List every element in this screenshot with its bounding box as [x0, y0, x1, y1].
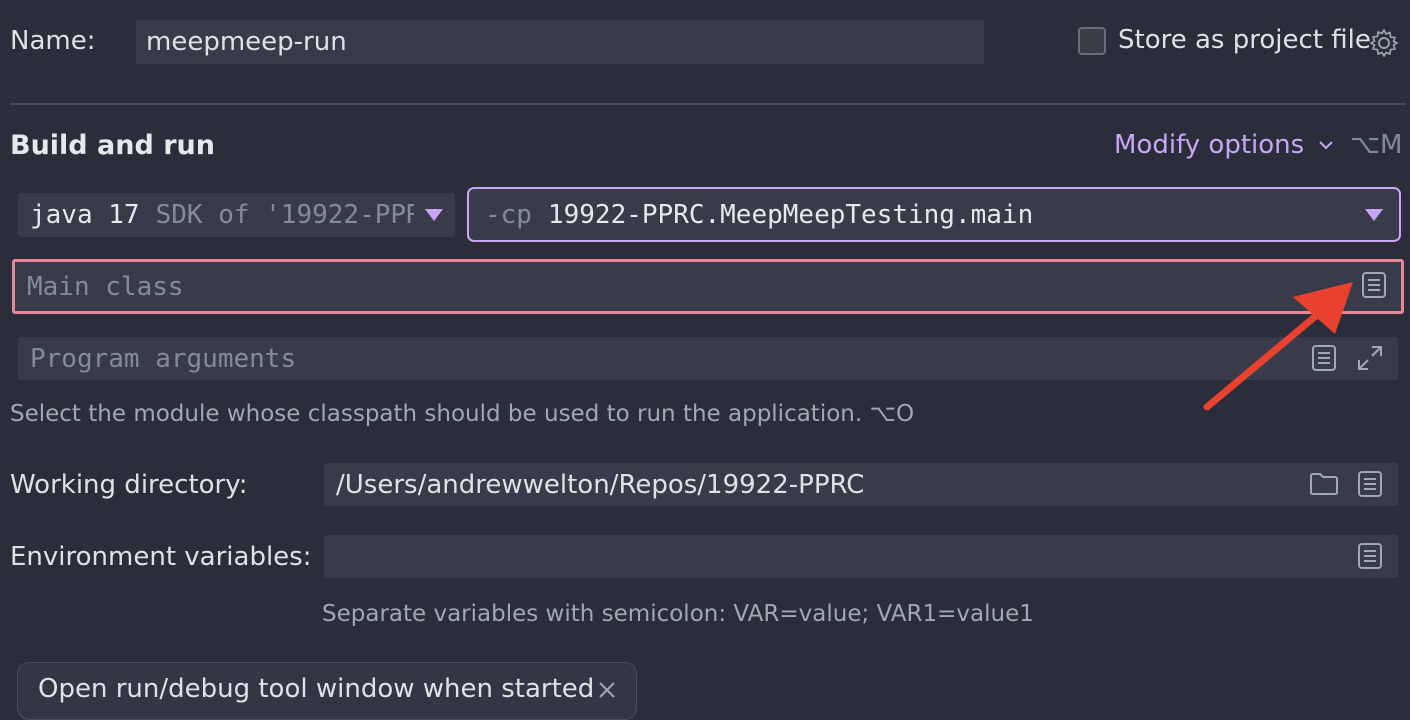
modify-options-shortcut: ⌥M: [1350, 130, 1403, 160]
environment-variables-hint: Separate variables with semicolon: VAR=v…: [322, 601, 1034, 627]
program-arguments-placeholder: Program arguments: [30, 343, 297, 374]
environment-variables-input[interactable]: [324, 535, 1398, 578]
option-chip-label: Open run/debug tool window when started: [38, 674, 595, 704]
name-input[interactable]: meepmeep-run: [136, 20, 984, 64]
environment-variables-label: Environment variables:: [10, 542, 312, 572]
list-document-icon[interactable]: [1362, 272, 1386, 298]
dropdown-arrow-icon: [425, 209, 443, 221]
classpath-flag: -cp: [485, 199, 532, 230]
sdk-detail: SDK of '19922-PPR: [155, 200, 414, 230]
working-directory-value: /Users/andrewwelton/Repos/19922-PPRC: [336, 469, 865, 500]
list-document-icon[interactable]: [1358, 471, 1382, 497]
classpath-value: 19922-PPRC.MeepMeepTesting.main: [547, 199, 1034, 230]
name-label: Name:: [10, 26, 96, 56]
sdk-name: java 17: [30, 200, 140, 230]
working-directory-input[interactable]: /Users/andrewwelton/Repos/19922-PPRC: [324, 463, 1398, 506]
list-document-icon[interactable]: [1358, 543, 1382, 569]
dropdown-arrow-icon: [1365, 209, 1383, 221]
annotation-arrow-icon: [1195, 272, 1365, 417]
close-icon[interactable]: [598, 681, 616, 699]
sdk-dropdown[interactable]: java 17 SDK of '19922-PPR: [18, 193, 455, 237]
section-title: Build and run: [10, 130, 215, 161]
store-project-label[interactable]: Store as project file: [1118, 25, 1371, 55]
main-class-placeholder: Main class: [27, 271, 184, 302]
working-directory-label: Working directory:: [10, 470, 248, 500]
folder-icon[interactable]: [1309, 472, 1339, 496]
name-input-value: meepmeep-run: [146, 27, 347, 57]
module-hint: Select the module whose classpath should…: [10, 401, 915, 427]
modify-options-button[interactable]: Modify options: [1114, 130, 1334, 160]
modify-options-label: Modify options: [1114, 130, 1305, 160]
gear-icon[interactable]: [1368, 27, 1400, 59]
store-project-checkbox[interactable]: [1078, 27, 1106, 55]
program-arguments-input[interactable]: Program arguments: [18, 337, 1398, 380]
section-divider: [10, 103, 1406, 105]
chevron-down-icon: [1318, 139, 1334, 151]
classpath-dropdown[interactable]: -cp 19922-PPRC.MeepMeepTesting.main: [467, 187, 1401, 242]
